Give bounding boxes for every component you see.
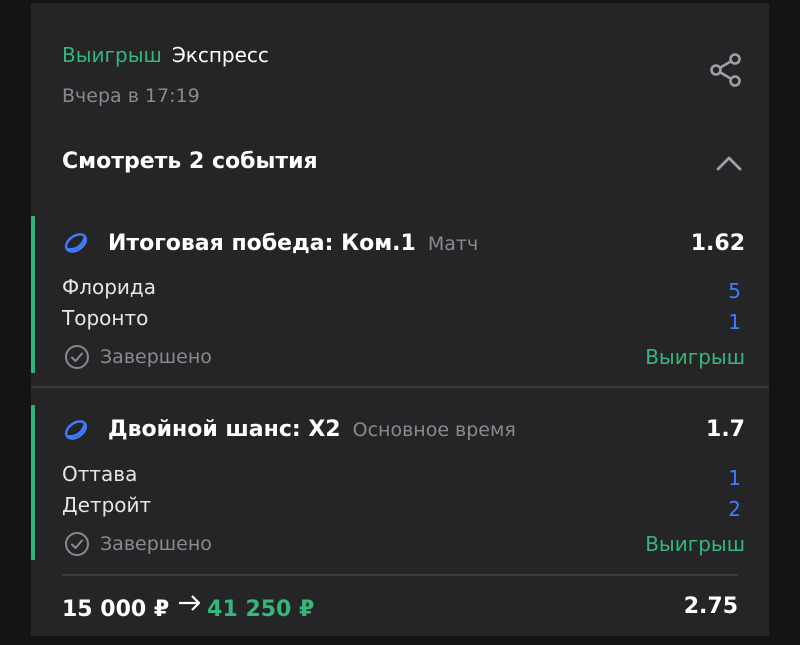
check-circle-icon [65, 532, 89, 556]
bet-header: Выигрыш Экспресс [62, 41, 269, 69]
stake-amount: 15 000 ₽ [62, 597, 170, 622]
check-circle-icon [65, 345, 89, 369]
team-home: Оттава [62, 462, 138, 486]
event-period: Матч [427, 233, 479, 255]
hockey-puck-icon [64, 233, 88, 253]
event-state: Завершено [100, 346, 212, 368]
event-period: Основное время [352, 419, 516, 441]
event-result: Выигрыш [645, 345, 745, 369]
bet-type: Экспресс [171, 43, 269, 67]
event-result: Выигрыш [645, 532, 745, 556]
arrow-right-icon [179, 595, 201, 611]
event-market: Двойной шанс: Х2 [108, 417, 341, 442]
event-state: Завершено [100, 533, 212, 555]
bet-date: Вчера в 17:19 [62, 85, 200, 107]
bet-card: Выигрыш Экспресс Вчера в 17:19 Смотреть 2… [31, 3, 769, 636]
event-title: Двойной шанс: Х2 Основное время [108, 415, 516, 445]
hockey-puck-icon [64, 420, 88, 440]
team-away: Детройт [62, 493, 152, 517]
chevron-up-icon [716, 156, 742, 171]
event-accent-bar [31, 405, 35, 560]
event-odds: 1.7 [706, 417, 745, 442]
event-market: Итоговая победа: Ком.1 [108, 231, 416, 256]
score-home: 1 [728, 466, 741, 490]
bet-amounts: 15 000 ₽ 41 250 ₽ [62, 593, 314, 626]
payout-amount: 41 250 ₽ [207, 597, 315, 622]
event-divider [31, 386, 769, 388]
score-home: 5 [728, 279, 741, 303]
share-icon [710, 53, 741, 87]
total-odds: 2.75 [683, 594, 738, 619]
score-away: 2 [728, 497, 741, 521]
share-button[interactable] [707, 51, 745, 89]
event-title: Итоговая победа: Ком.1 Матч [108, 229, 478, 259]
event-accent-bar [31, 216, 35, 373]
event-odds: 1.62 [690, 231, 745, 256]
events-toggle[interactable]: Смотреть 2 события [62, 145, 752, 181]
score-away: 1 [728, 310, 741, 334]
bet-status: Выигрыш [62, 43, 162, 67]
events-toggle-label: Смотреть 2 события [62, 149, 318, 174]
team-away: Торонто [62, 306, 149, 330]
footer-divider [62, 574, 738, 576]
team-home: Флорида [62, 275, 157, 299]
